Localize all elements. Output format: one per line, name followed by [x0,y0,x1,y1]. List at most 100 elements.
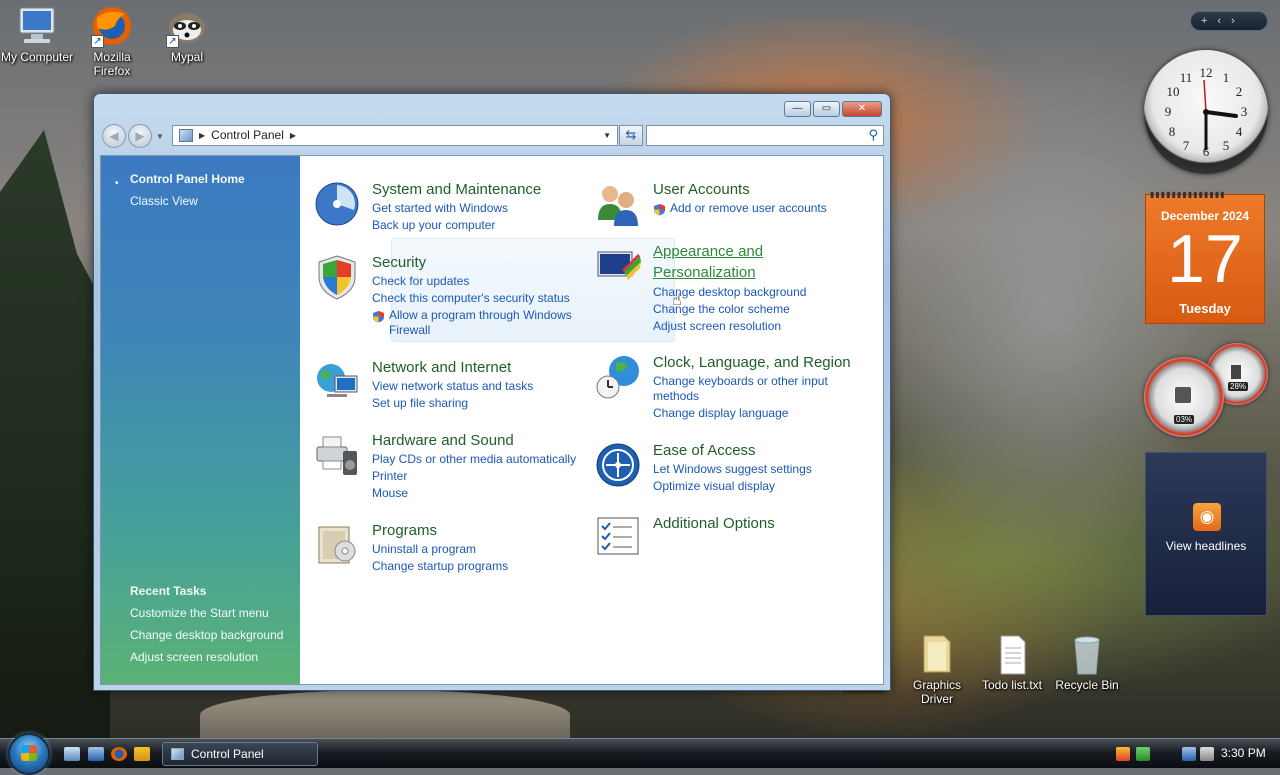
desktop-icon-firefox[interactable]: ↗ Mozilla Firefox [75,4,149,78]
appearance-personalization-icon [594,242,642,290]
category-appearance-personalization: Appearance and Personalization Change de… [594,242,869,338]
category-link[interactable]: Add or remove user accounts [670,201,827,215]
taskbar-button-label: Control Panel [191,747,264,761]
category-link[interactable]: View network status and tasks [372,379,533,393]
category-link[interactable]: Printer [372,469,407,483]
control-panel-icon [171,748,184,760]
cpu-meter-gadget: 03% [1144,357,1224,437]
breadcrumb-separator-icon[interactable]: ▶ [199,126,205,145]
minimize-button[interactable]: — [784,101,811,117]
desktop-icon-label: Mypal [170,50,203,64]
sidebar-controls[interactable]: +‹› [1190,11,1268,31]
category-title-line1[interactable]: Appearance and [653,243,763,260]
category-link[interactable]: Let Windows suggest settings [653,462,812,476]
refresh-button[interactable]: ⇆ [619,125,643,146]
clock-gadget: 12 1 2 345 678 9 10 11 [1144,50,1268,174]
memory-chip-icon [1231,365,1241,379]
memory-value: 28% [1228,382,1249,391]
media-player-quicklaunch-icon[interactable] [134,747,150,761]
category-link[interactable]: Uninstall a program [372,542,476,556]
svg-text:1: 1 [1223,70,1230,85]
nav-control-panel-home[interactable]: Control Panel Home [130,172,245,186]
maximize-button[interactable]: ▭ [813,101,840,117]
control-panel-window: — ▭ ✕ ◀ ▶ ▼ ▶ Control Panel ▶ ▼ ⇆ ⚲ • Co… [93,93,891,691]
category-title[interactable]: Ease of Access [653,442,756,459]
firefox-quicklaunch-icon[interactable] [111,747,127,761]
svg-text:3: 3 [1241,104,1248,119]
volume-muted-icon[interactable] [1200,747,1214,761]
desktop-icon-my-computer[interactable]: My Computer [0,4,74,64]
category-link[interactable]: Check for updates [372,274,469,288]
category-link[interactable]: Set up file sharing [372,396,468,410]
back-button[interactable]: ◀ [102,124,126,148]
category-title-line2[interactable]: Personalization [653,264,756,281]
view-headlines-link[interactable]: View headlines [1146,539,1266,553]
category-link[interactable]: methods [653,389,699,403]
clock-face: 12 12 345 678 91011 [1165,65,1248,159]
category-title[interactable]: System and Maintenance [372,181,541,198]
category-link[interactable]: Check this computer's security status [372,291,570,305]
recent-pages-dropdown-icon[interactable]: ▼ [156,132,164,141]
category-title[interactable]: User Accounts [653,181,750,198]
show-desktop-icon[interactable] [64,747,80,761]
search-input[interactable]: ⚲ [646,125,884,146]
category-link[interactable]: Change display language [653,406,788,420]
security-center-icon[interactable] [1116,747,1130,761]
desktop-icon-mypal[interactable]: ↗ Mypal [150,4,224,64]
switch-windows-icon[interactable] [88,747,104,761]
desktop-icon-todo-list[interactable]: Todo list.txt [975,632,1049,692]
search-icon[interactable]: ⚲ [868,127,878,143]
close-button[interactable]: ✕ [842,101,882,117]
breadcrumb-control-panel[interactable]: Control Panel [211,126,284,145]
firefox-icon: ↗ [89,4,135,48]
desktop-icon-label: Todo list.txt [981,678,1043,692]
category-link[interactable]: Back up your computer [372,218,495,232]
desktop-icon-graphics-driver[interactable]: Graphics Driver [900,632,974,706]
category-programs: Programs Uninstall a program Change star… [313,521,583,581]
category-title[interactable]: Hardware and Sound [372,432,514,449]
breadcrumb-chevron-icon[interactable]: ▶ [290,126,296,145]
category-hardware-sound: Hardware and Sound Play CDs or other med… [313,431,593,507]
category-link[interactable]: Optimize visual display [653,479,775,493]
category-link[interactable]: Get started with Windows [372,201,508,215]
recent-task-link[interactable]: Customize the Start menu [130,606,269,620]
recent-task-link[interactable]: Change desktop background [130,628,283,642]
category-link[interactable]: Change startup programs [372,559,508,573]
category-title[interactable]: Security [372,254,426,271]
category-link[interactable]: Adjust screen resolution [653,319,781,333]
wallpaper-rock [200,690,570,740]
category-title[interactable]: Network and Internet [372,359,511,376]
network-icon[interactable] [1182,747,1196,761]
forward-button[interactable]: ▶ [128,124,152,148]
category-link[interactable]: Allow a program through Windows [389,308,572,322]
content-area: • Control Panel Home Classic View Recent… [100,155,884,685]
start-button[interactable] [8,733,50,775]
category-ease-of-access: Ease of Access Let Windows suggest setti… [594,441,869,497]
clock-time[interactable]: 3:30 PM [1221,746,1266,760]
nav-classic-view[interactable]: Classic View [130,194,198,208]
category-title[interactable]: Additional Options [653,515,775,532]
uac-shield-icon [372,310,385,323]
feed-headlines-gadget[interactable]: ◉ View headlines [1145,452,1267,616]
recent-task-link[interactable]: Adjust screen resolution [130,650,258,664]
category-link[interactable]: Mouse [372,486,408,500]
programs-icon [313,521,361,569]
hardware-sound-icon [313,431,361,479]
svg-text:12: 12 [1200,65,1213,80]
text-file-icon [989,632,1035,676]
user-accounts-icon [594,180,642,228]
address-bar[interactable]: ▶ Control Panel ▶ ▼ [172,125,618,146]
category-link[interactable]: Change keyboards or other input [653,374,828,388]
tray-app-icon[interactable] [1136,747,1150,761]
taskbar-button-control-panel[interactable]: Control Panel [162,742,318,766]
folder-icon [914,632,960,676]
category-title[interactable]: Programs [372,522,437,539]
desktop-icon-label: Recycle Bin [1055,678,1119,692]
address-dropdown-icon[interactable]: ▼ [603,126,611,145]
category-title[interactable]: Clock, Language, and Region [653,354,851,371]
svg-text:8: 8 [1169,124,1176,139]
shortcut-arrow-icon: ↗ [166,35,179,48]
category-link[interactable]: Firewall [389,323,430,337]
desktop-icon-recycle-bin[interactable]: Recycle Bin [1050,632,1124,692]
category-link[interactable]: Play CDs or other media automatically [372,452,576,466]
